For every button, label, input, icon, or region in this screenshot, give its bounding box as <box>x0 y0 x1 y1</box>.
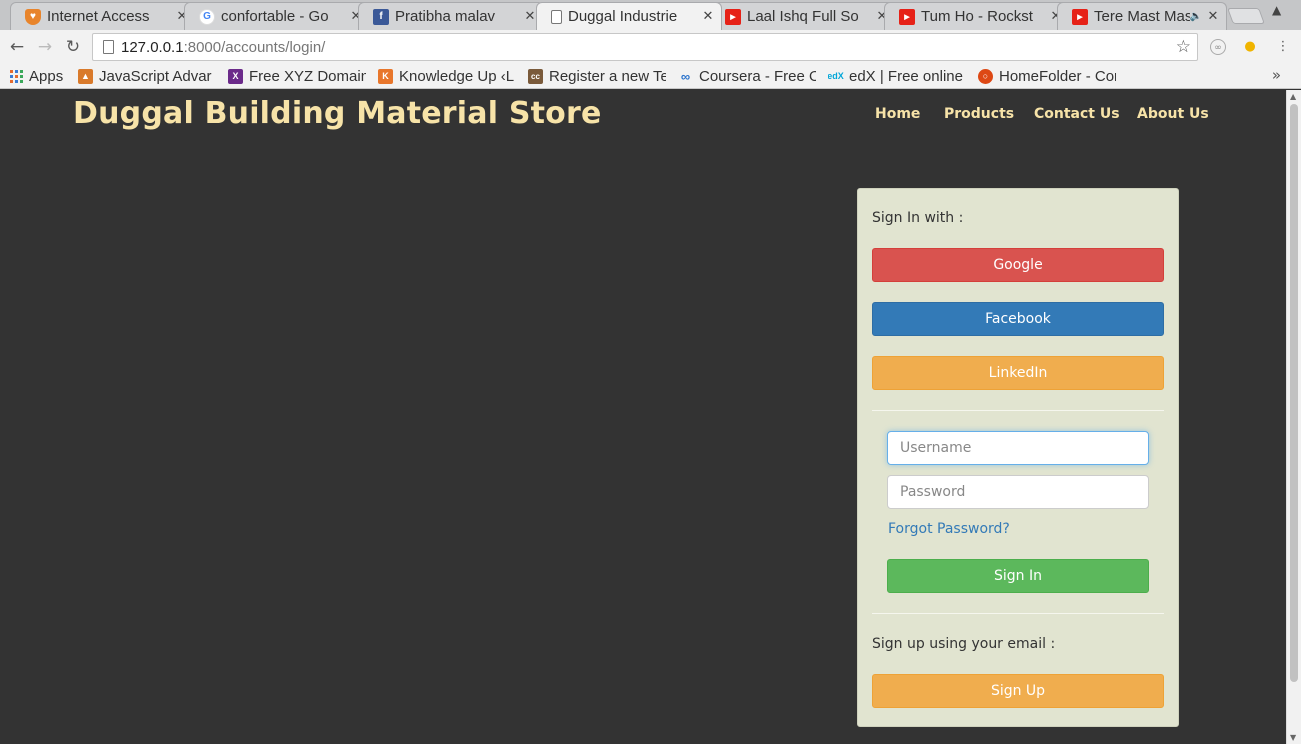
tab-tum-ho[interactable]: ▶ Tum Ho - Rockst ✕ <box>884 2 1070 30</box>
sign-in-button[interactable]: Sign In <box>887 559 1149 593</box>
bookmark-xyz[interactable]: X Free XYZ Domain <box>228 66 366 86</box>
bookmark-star-icon[interactable]: ☆ <box>1176 37 1191 57</box>
back-icon[interactable]: ← <box>6 36 28 58</box>
tab-tere-mast[interactable]: ▶ Tere Mast Mas 🔈 ✕ <box>1057 2 1227 30</box>
new-tab-button[interactable] <box>1227 8 1265 24</box>
scroll-thumb[interactable] <box>1290 104 1298 682</box>
tab-strip: ♥ Internet Access ✕ G confortable - Go ✕… <box>0 0 1301 30</box>
page-info-icon[interactable] <box>103 40 114 54</box>
knowledge-icon: K <box>378 68 393 84</box>
tab-label: Tum Ho - Rockst <box>921 8 1033 25</box>
address-host: 127.0.0.1 <box>121 39 184 56</box>
youtube-icon: ▶ <box>899 8 915 25</box>
ubuntu-icon: ○ <box>978 68 993 84</box>
extension-icon[interactable]: ∞ <box>1210 39 1226 55</box>
cc-icon: cc <box>528 68 543 84</box>
nav-about-us[interactable]: About Us <box>1137 106 1209 122</box>
bookmark-coursera[interactable]: ∞ Coursera - Free O <box>678 66 816 86</box>
scroll-down-icon[interactable]: ▼ <box>1290 733 1296 742</box>
nav-products[interactable]: Products <box>944 106 1014 122</box>
bookmark-label: Apps <box>29 67 64 85</box>
youtube-icon: ▶ <box>725 8 741 25</box>
bookmark-knowledge-up[interactable]: K Knowledge Up ‹L <box>378 66 516 86</box>
sign-up-button[interactable]: Sign Up <box>872 674 1164 708</box>
more-bookmarks-icon[interactable]: » <box>1272 66 1281 84</box>
bookmark-label: edX | Free online <box>849 67 963 85</box>
scroll-up-icon[interactable]: ▲ <box>1290 92 1296 101</box>
divider <box>872 613 1164 614</box>
tab-label: Pratibha malav <box>395 8 496 25</box>
bookmark-edx[interactable]: edX edX | Free online <box>828 66 966 86</box>
tab-pratibha-malav[interactable]: f Pratibha malav ✕ <box>358 2 544 30</box>
facebook-icon: f <box>373 8 389 25</box>
address-bar[interactable]: 127.0.0.1:8000/accounts/login/ ☆ <box>92 33 1198 61</box>
browser-toolbar: ← → ↻ 127.0.0.1:8000/accounts/login/ ☆ ∞… <box>0 30 1301 64</box>
password-input[interactable] <box>887 475 1149 509</box>
coursera-icon: ∞ <box>680 68 691 84</box>
bookmark-label: JavaScript Advar <box>99 67 212 85</box>
login-panel: Sign In with : Google Facebook LinkedIn … <box>857 188 1179 727</box>
google-icon: G <box>199 8 215 25</box>
nav-home[interactable]: Home <box>875 106 920 122</box>
facebook-signin-button[interactable]: Facebook <box>872 302 1164 336</box>
username-input[interactable] <box>887 431 1149 465</box>
address-text: 127.0.0.1:8000/accounts/login/ <box>121 39 325 56</box>
tab-label: confortable - Go <box>221 8 329 25</box>
bookmark-label: Free XYZ Domain <box>249 67 366 85</box>
xyz-icon: X <box>228 68 243 84</box>
speaker-icon: 🔈 <box>1189 11 1202 22</box>
bookmark-label: Knowledge Up ‹L <box>399 67 515 85</box>
google-signin-button[interactable]: Google <box>872 248 1164 282</box>
bookmarks-bar: Apps ▲ JavaScript Advar X Free XYZ Domai… <box>0 64 1301 89</box>
shield-icon: ♥ <box>25 8 41 25</box>
reload-icon[interactable]: ↻ <box>62 36 84 58</box>
menu-icon[interactable]: ⋮ <box>1275 39 1291 55</box>
bookmark-homefolder[interactable]: ○ HomeFolder - Cor <box>978 66 1116 86</box>
bookmark-label: HomeFolder - Cor <box>999 67 1116 85</box>
bookmark-javascript[interactable]: ▲ JavaScript Advar <box>78 66 216 86</box>
profile-icon[interactable]: ▲ <box>1272 3 1281 17</box>
fox-icon: ▲ <box>78 68 93 84</box>
sign-up-prompt: Sign up using your email : <box>872 636 1056 652</box>
bookmark-apps[interactable]: Apps <box>10 66 70 86</box>
close-icon[interactable]: ✕ <box>701 9 715 24</box>
bookmark-label: Register a new Te <box>549 67 666 85</box>
tab-label: Duggal Industrie <box>568 8 678 25</box>
edx-icon: edX <box>828 71 844 81</box>
divider <box>872 410 1164 411</box>
close-icon[interactable]: ✕ <box>1206 9 1220 24</box>
page-scrollbar[interactable]: ▲ ▼ <box>1286 90 1301 744</box>
address-path: :8000/accounts/login/ <box>183 39 326 56</box>
youtube-icon: ▶ <box>1072 8 1088 25</box>
tab-label: Internet Access <box>47 8 150 25</box>
tab-confortable[interactable]: G confortable - Go ✕ <box>184 2 370 30</box>
close-icon[interactable]: ✕ <box>523 9 537 24</box>
bulb-icon[interactable]: ● <box>1242 39 1258 55</box>
nav-contact-us[interactable]: Contact Us <box>1034 106 1120 122</box>
tab-label: Tere Mast Mas <box>1094 8 1190 25</box>
bookmark-label: Coursera - Free O <box>699 67 816 85</box>
linkedin-signin-button[interactable]: LinkedIn <box>872 356 1164 390</box>
tab-laal-ishq[interactable]: ▶ Laal Ishq Full So ✕ <box>710 2 896 30</box>
sign-in-with-label: Sign In with : <box>872 210 964 226</box>
forward-icon[interactable]: → <box>34 36 56 58</box>
site-brand[interactable]: Duggal Building Material Store <box>73 96 602 131</box>
tab-duggal-industries[interactable]: Duggal Industrie ✕ <box>536 2 722 30</box>
forgot-password-link[interactable]: Forgot Password? <box>888 521 1010 537</box>
page-icon <box>551 9 562 24</box>
tab-internet-access[interactable]: ♥ Internet Access ✕ <box>10 2 196 30</box>
apps-icon <box>10 69 23 83</box>
tab-label: Laal Ishq Full So <box>747 8 859 25</box>
page-content: Duggal Building Material Store Home Prod… <box>0 90 1286 744</box>
bookmark-register[interactable]: cc Register a new Te <box>528 66 666 86</box>
